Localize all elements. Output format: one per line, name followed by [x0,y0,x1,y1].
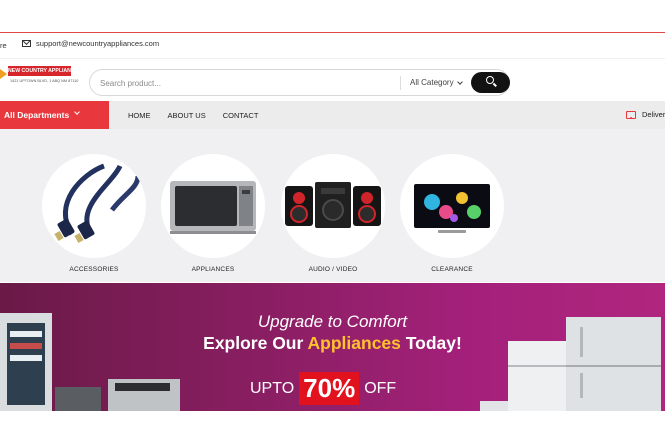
page-bottom [0,411,665,445]
hero-banner[interactable]: Upgrade to Comfort Explore Our Appliance… [0,283,665,411]
topbar: re support@newcountryappliances.com [0,37,665,55]
chevron-down-icon [74,109,81,115]
category-label[interactable]: CLEARANCE [400,266,504,273]
hero-promo: UPTO 70% OFF [250,372,396,405]
category-audio-video-image[interactable] [281,154,385,258]
search-bar: All Category [89,69,510,96]
cable-image [54,163,141,243]
truck-icon [626,110,636,119]
category-appliances[interactable]: APPLIANCES [161,154,265,273]
category-label[interactable]: APPLIANCES [161,266,265,273]
hero-subheadline-highlight: Appliances [307,333,401,353]
nav-link-home[interactable]: HOME [128,111,151,120]
hero-headline: Upgrade to Comfort [257,312,408,331]
logo-name: NEW COUNTRY APPLIANCES [8,66,82,76]
stereo-image [285,182,381,228]
category-audio-video[interactable]: AUDIO / VIDEO [281,154,385,273]
all-departments-label: All Departments [4,110,70,120]
category-select[interactable]: All Category [410,78,463,87]
nav-links: HOME ABOUT US CONTACT [128,111,258,120]
hero-subheadline-pre: Explore Our [203,333,308,353]
promo-prefix: UPTO [250,379,295,397]
search-button[interactable] [471,72,510,93]
nav-link-contact[interactable]: CONTACT [223,111,259,120]
category-section: ACCESSORIES APPLIANCES AUDIO / VIDEO CLE… [0,129,665,282]
delivery-info[interactable]: Deliver [626,110,665,119]
email-text[interactable]: support@newcountryappliances.com [36,39,159,48]
category-appliances-image[interactable] [161,154,265,258]
category-select-label: All Category [410,78,454,87]
delivery-label: Deliver [642,110,665,119]
hero-subheadline: Explore Our Appliances Today! [0,333,665,354]
category-accessories[interactable]: ACCESSORIES [42,154,146,273]
topbar-store-text: re [0,41,7,50]
mail-icon [22,40,31,47]
promo-discount: 70% [299,372,360,405]
promo-suffix: OFF [364,379,397,397]
logo-arrow-icon [0,69,7,79]
logo-tagline: 1421 UPTOWN BLVD, 1 ABQ NM 87110 [10,79,79,83]
header-divider [0,58,665,59]
tv-image [414,184,490,233]
category-accessories-image[interactable] [42,154,146,258]
logo[interactable]: NEW COUNTRY APPLIANCES 1421 UPTOWN BLVD,… [0,63,82,89]
search-icon [486,76,494,84]
category-clearance[interactable]: CLEARANCE [400,154,504,273]
navbar: All Departments HOME ABOUT US CONTACT De… [0,101,665,129]
search-separator [400,76,401,90]
microwave-image [170,181,256,234]
category-clearance-image[interactable] [400,154,504,258]
category-label[interactable]: ACCESSORIES [42,266,146,273]
header-top-border [0,32,665,33]
nav-link-about-us[interactable]: ABOUT US [168,111,206,120]
search-input[interactable] [100,75,390,91]
all-departments-button[interactable]: All Departments [0,101,109,129]
hero-subheadline-post: Today! [400,333,462,353]
chevron-down-icon [456,78,463,85]
topbar-email[interactable]: support@newcountryappliances.com [22,39,159,48]
category-label[interactable]: AUDIO / VIDEO [281,266,385,273]
